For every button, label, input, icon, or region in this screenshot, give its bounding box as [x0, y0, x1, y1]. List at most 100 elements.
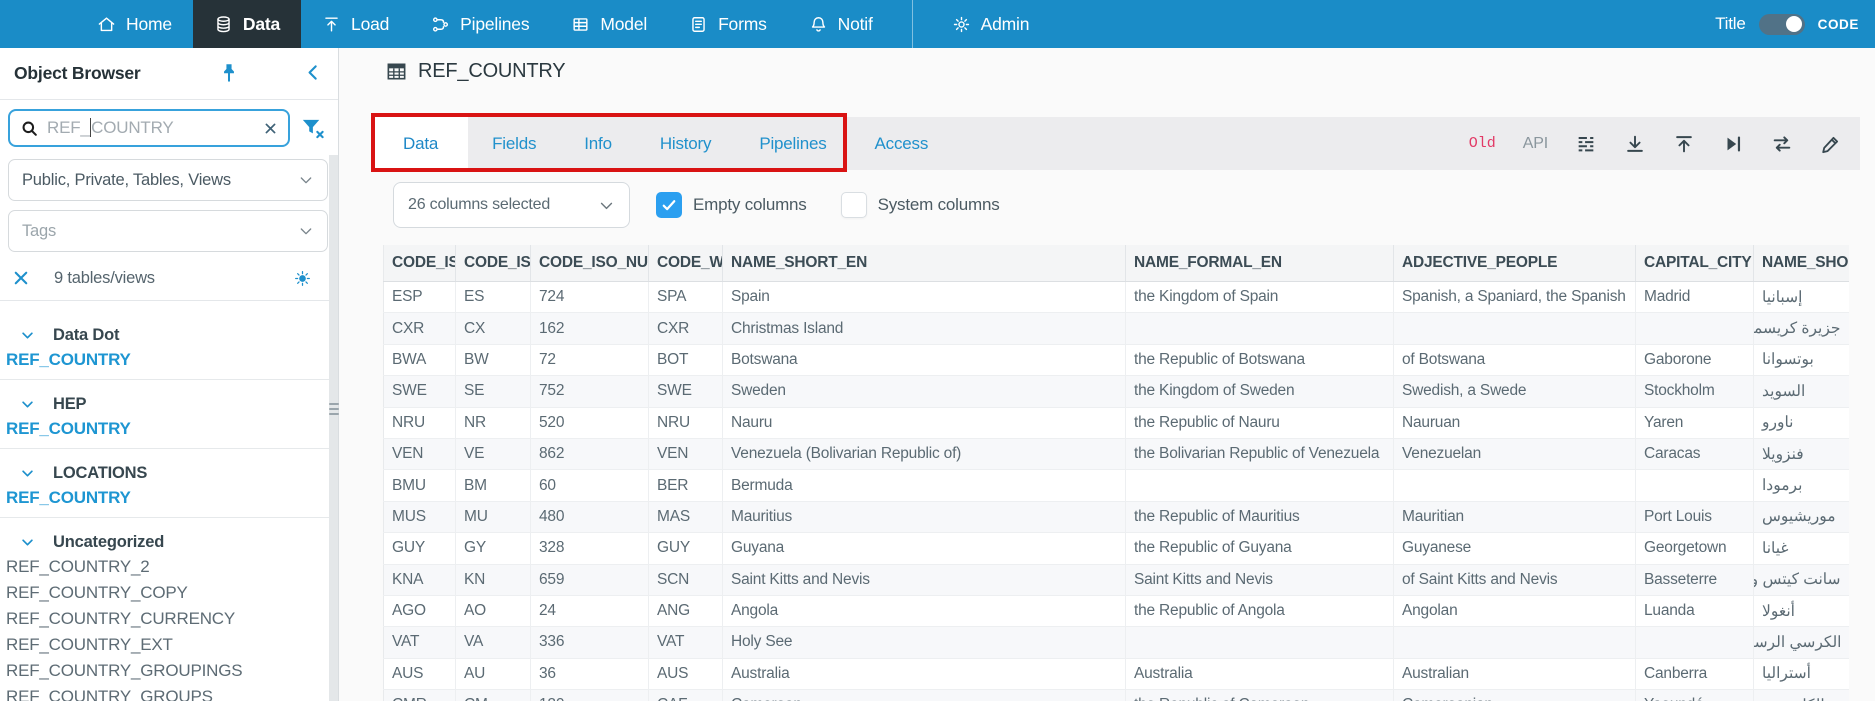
table-row[interactable]: GUY GY 328 GUY Guyana the Republic of Guyana G… — [383, 532, 1849, 565]
grid-cell[interactable]: AO — [455, 595, 531, 628]
grid-cell[interactable]: of Botswana — [1393, 344, 1636, 377]
title-code-toggle[interactable] — [1758, 13, 1805, 35]
grid-cell[interactable]: 862 — [530, 438, 649, 471]
grid-cell[interactable]: CXR — [383, 312, 456, 345]
grid-cell[interactable]: GUY — [383, 532, 456, 565]
search-input[interactable]: REF_COUNTRY — [8, 109, 290, 147]
grid-header-cell[interactable]: CODE_ISO_3 — [383, 245, 456, 282]
grid-cell[interactable] — [1393, 469, 1636, 502]
grid-cell[interactable]: SWE — [383, 375, 456, 408]
grid-cell[interactable]: BM — [455, 469, 531, 502]
grid-cell[interactable]: VE — [455, 438, 531, 471]
grid-cell[interactable]: Christmas Island — [722, 312, 1126, 345]
grid-cell[interactable]: Basseterre — [1635, 564, 1754, 596]
grid-cell[interactable]: CAF — [648, 689, 723, 701]
tab-pipelines[interactable]: Pipelines — [735, 117, 850, 170]
table-row[interactable]: NRU NR 520 NRU Nauru the Republic of Nauru Nau… — [383, 407, 1849, 439]
download-icon[interactable] — [1624, 133, 1646, 155]
grid-cell[interactable]: BER — [648, 469, 723, 502]
grid-cell[interactable]: MAS — [648, 501, 723, 534]
tags-select[interactable]: Tags — [8, 210, 328, 252]
grid-cell[interactable]: 724 — [530, 281, 649, 314]
grid-cell[interactable]: Gaborone — [1635, 344, 1754, 377]
grid-cell[interactable]: 328 — [530, 532, 649, 565]
tree-item[interactable]: REF_COUNTRY — [0, 485, 338, 511]
grid-cell[interactable]: VAT — [383, 626, 456, 659]
grid-cell[interactable]: سانت كيتس ونيفس — [1753, 564, 1849, 596]
grid-cell[interactable]: SPA — [648, 281, 723, 314]
grid-cell[interactable]: Mauritian — [1393, 501, 1636, 534]
grid-cell[interactable] — [1125, 626, 1394, 659]
grid-cell[interactable]: 520 — [530, 407, 649, 439]
grid-cell[interactable]: AUS — [383, 658, 456, 691]
table-row[interactable]: VEN VE 862 VEN Venezuela (Bolivarian Republi… — [383, 438, 1849, 471]
grid-cell[interactable]: ANG — [648, 595, 723, 628]
grid-cell[interactable]: the Republic of Guyana — [1125, 532, 1394, 565]
grid-cell[interactable]: NRU — [648, 407, 723, 439]
grid-cell[interactable]: the Kingdom of Sweden — [1125, 375, 1394, 408]
tree-item[interactable]: REF_COUNTRY_GROUPS — [0, 684, 338, 701]
tab-data[interactable]: Data — [373, 117, 469, 170]
grid-cell[interactable] — [1393, 312, 1636, 345]
grid-cell[interactable]: Australia — [1125, 658, 1394, 691]
grid-header-cell[interactable]: NAME_FORMAL_EN — [1125, 245, 1394, 282]
grid-cell[interactable]: الكرسي الرسولي — [1753, 626, 1849, 659]
clear-search-icon[interactable] — [263, 121, 278, 136]
tree-group-header[interactable]: Uncategorized — [0, 530, 338, 554]
grid-cell[interactable]: AU — [455, 658, 531, 691]
grid-cell[interactable]: Australian — [1393, 658, 1636, 691]
tree-item[interactable]: REF_COUNTRY_EXT — [0, 632, 338, 658]
grid-cell[interactable]: Venezuelan — [1393, 438, 1636, 471]
grid-cell[interactable]: إسبانيا — [1753, 281, 1849, 314]
grid-cell[interactable]: Botswana — [722, 344, 1126, 377]
tree-item[interactable]: REF_COUNTRY_GROUPINGS — [0, 658, 338, 684]
grid-cell[interactable]: Swedish, a Swede — [1393, 375, 1636, 408]
grid-cell[interactable]: جزيرة كريسماس — [1753, 312, 1849, 345]
grid-cell[interactable]: Caracas — [1635, 438, 1754, 471]
grid-cell[interactable]: the Republic of Mauritius — [1125, 501, 1394, 534]
table-row[interactable]: AGO AO 24 ANG Angola the Republic of Angola An… — [383, 595, 1849, 628]
grid-header-cell[interactable]: NAME_SHORT_EN — [722, 245, 1126, 282]
grid-header-cell[interactable]: CODE_ISO_2 — [455, 245, 531, 282]
grid-cell[interactable]: Spanish, a Spaniard, the Spanish — [1393, 281, 1636, 314]
grid-cell[interactable]: Yaoundé — [1635, 689, 1754, 701]
grid-cell[interactable]: Guyanese — [1393, 532, 1636, 565]
grid-cell[interactable]: AGO — [383, 595, 456, 628]
grid-cell[interactable]: the Republic of Cameroon — [1125, 689, 1394, 701]
grid-cell[interactable]: NRU — [383, 407, 456, 439]
grid-cell[interactable]: 752 — [530, 375, 649, 408]
tree-group-header[interactable]: LOCATIONS — [0, 461, 338, 485]
grid-cell[interactable]: Guyana — [722, 532, 1126, 565]
grid-cell[interactable]: 36 — [530, 658, 649, 691]
table-row[interactable]: MUS MU 480 MAS Mauritius the Republic of Maur… — [383, 501, 1849, 534]
sidebar-resize-handle[interactable] — [328, 403, 339, 415]
grid-header-cell[interactable]: CODE_ISO_NUMERIC — [530, 245, 649, 282]
grid-cell[interactable]: SWE — [648, 375, 723, 408]
grid-cell[interactable]: Luanda — [1635, 595, 1754, 628]
grid-cell[interactable]: Canberra — [1635, 658, 1754, 691]
grid-cell[interactable]: CMR — [383, 689, 456, 701]
grid-cell[interactable]: CX — [455, 312, 531, 345]
nav-item-home[interactable]: Home — [76, 0, 193, 48]
grid-cell[interactable]: فنزويلا — [1753, 438, 1849, 471]
grid-cell[interactable]: ناورو — [1753, 407, 1849, 439]
grid-cell[interactable]: أستراليا — [1753, 658, 1849, 691]
grid-cell[interactable]: Cameroon — [722, 689, 1126, 701]
grid-cell[interactable]: ES — [455, 281, 531, 314]
grid-cell[interactable]: CM — [455, 689, 531, 701]
grid-cell[interactable]: 480 — [530, 501, 649, 534]
nav-item-pipelines[interactable]: Pipelines — [410, 0, 550, 48]
empty-columns-checkbox[interactable] — [656, 192, 682, 218]
filter-icon[interactable] — [299, 115, 326, 142]
grid-cell[interactable] — [1635, 626, 1754, 659]
grid-cell[interactable]: Stockholm — [1635, 375, 1754, 408]
table-display-icon[interactable] — [1575, 133, 1597, 155]
table-row[interactable]: ESP ES 724 SPA Spain the Kingdom of Spain Span… — [383, 281, 1849, 314]
system-columns-checkbox[interactable] — [840, 192, 867, 218]
table-row[interactable]: CXRCX162CXRChristmas Islandجزيرة كريسماس — [383, 312, 1849, 345]
table-row[interactable]: BMU BM 60 BER Bermuda برمودا — [383, 469, 1849, 502]
grid-cell[interactable]: SE — [455, 375, 531, 408]
pin-icon[interactable] — [218, 62, 240, 84]
tree-item[interactable]: REF_COUNTRY_CURRENCY — [0, 606, 338, 632]
table-row[interactable]: KNA KN 659 SCN Saint Kitts and Nevis Saint Ki… — [383, 564, 1849, 596]
